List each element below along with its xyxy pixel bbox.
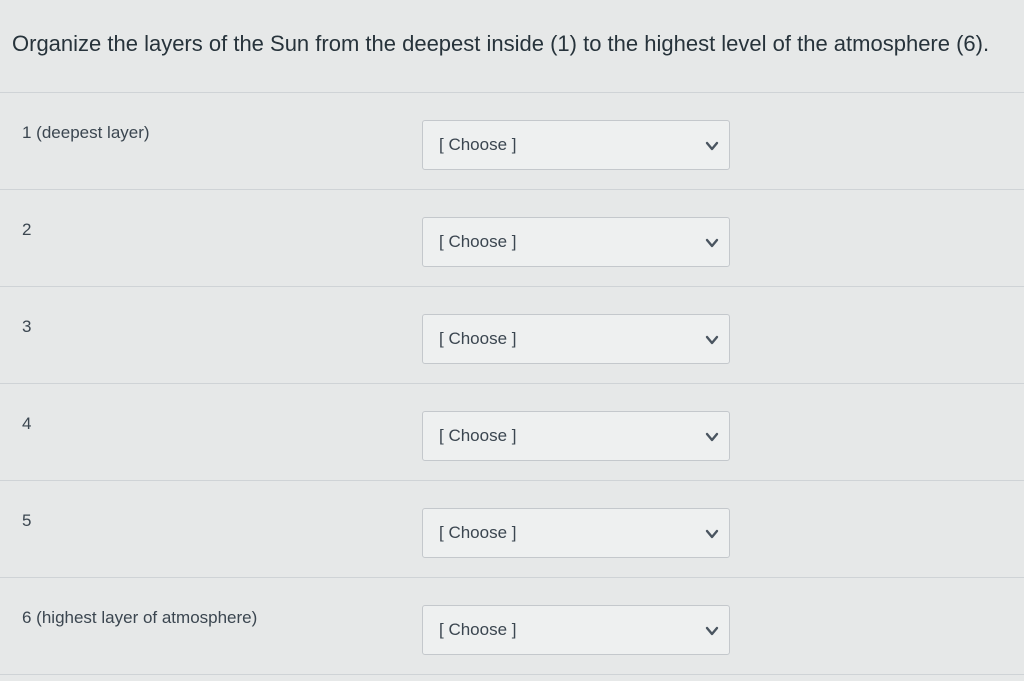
row-label: 2 [22, 220, 32, 239]
row-label: 6 (highest layer of atmosphere) [22, 608, 258, 627]
answer-dropdown-4[interactable]: [ Choose ] [422, 411, 730, 461]
answer-dropdown-2[interactable]: [ Choose ] [422, 217, 730, 267]
chevron-down-icon [705, 141, 719, 151]
matching-row-3: 3 [ Choose ] [0, 286, 1024, 383]
dropdown-value: [ Choose ] [439, 135, 517, 154]
answer-dropdown-5[interactable]: [ Choose ] [422, 508, 730, 558]
chevron-down-icon [705, 626, 719, 636]
chevron-down-icon [705, 335, 719, 345]
chevron-down-icon [705, 529, 719, 539]
matching-rows: 1 (deepest layer) [ Choose ] 2 [ Choose … [0, 92, 1024, 675]
matching-row-5: 5 [ Choose ] [0, 480, 1024, 577]
row-label: 1 (deepest layer) [22, 123, 150, 142]
dropdown-value: [ Choose ] [439, 232, 517, 251]
dropdown-value: [ Choose ] [439, 523, 517, 542]
chevron-down-icon [705, 432, 719, 442]
dropdown-value: [ Choose ] [439, 426, 517, 445]
row-label: 3 [22, 317, 32, 336]
row-label: 5 [22, 511, 32, 530]
question-text: Organize the layers of the Sun from the … [12, 31, 990, 56]
answer-dropdown-1[interactable]: [ Choose ] [422, 120, 730, 170]
chevron-down-icon [705, 238, 719, 248]
dropdown-value: [ Choose ] [439, 620, 517, 639]
matching-row-2: 2 [ Choose ] [0, 189, 1024, 286]
answer-dropdown-3[interactable]: [ Choose ] [422, 314, 730, 364]
matching-row-1: 1 (deepest layer) [ Choose ] [0, 92, 1024, 189]
matching-row-4: 4 [ Choose ] [0, 383, 1024, 480]
row-label: 4 [22, 414, 32, 433]
matching-row-6: 6 (highest layer of atmosphere) [ Choose… [0, 577, 1024, 675]
dropdown-value: [ Choose ] [439, 329, 517, 348]
answer-dropdown-6[interactable]: [ Choose ] [422, 605, 730, 655]
